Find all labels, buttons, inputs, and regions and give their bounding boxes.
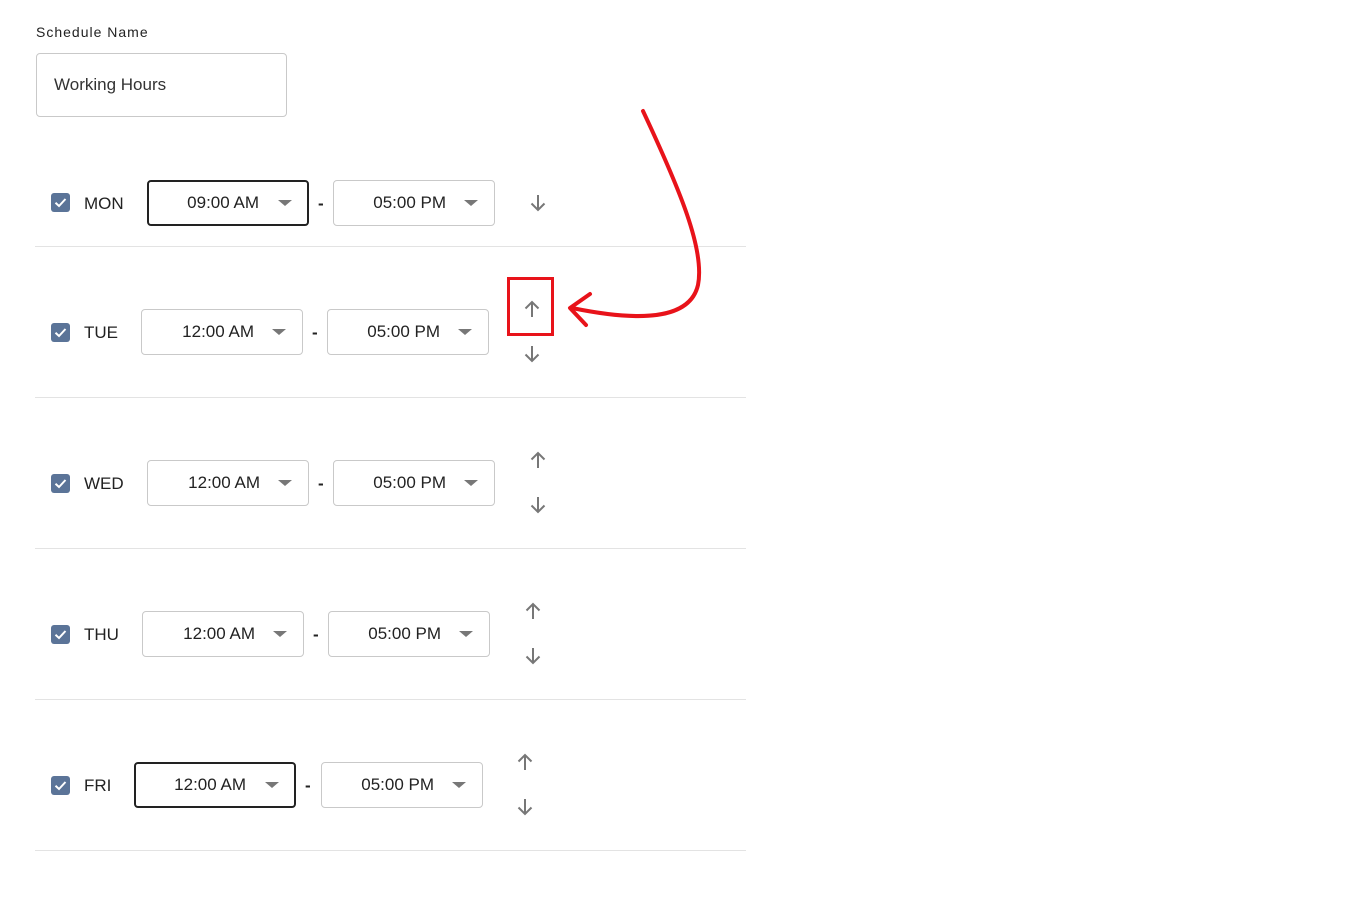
start-time-value: 12:00 AM [183,624,255,643]
time-separator: - [318,474,324,493]
day-label-wed: WED [84,474,124,493]
end-time-value: 05:00 PM [373,473,446,492]
end-time-select-fri[interactable]: 05:00 PM [321,762,483,808]
arrow-down-icon[interactable] [513,795,537,819]
day-row-fri: FRI 12:00 AM - 05:00 PM [35,700,746,851]
check-icon [54,328,67,338]
time-separator: - [313,625,319,644]
end-time-select-thu[interactable]: 05:00 PM [328,611,490,657]
annotation-highlight-box [507,277,554,336]
arrow-up-icon[interactable] [521,599,545,623]
arrow-up-icon[interactable] [526,448,550,472]
end-time-value: 05:00 PM [368,624,441,643]
day-checkbox-thu[interactable] [51,625,70,644]
start-time-select-mon[interactable]: 09:00 AM [147,180,309,226]
caret-down-icon [278,480,292,486]
caret-down-icon [458,329,472,335]
day-row-mon: MON 09:00 AM - 05:00 PM [35,150,746,247]
schedule-name-input[interactable] [36,53,287,117]
caret-down-icon [464,200,478,206]
day-checkbox-tue[interactable] [51,323,70,342]
day-row-wed: WED 12:00 AM - 05:00 PM [35,398,746,549]
end-time-select-tue[interactable]: 05:00 PM [327,309,489,355]
caret-down-icon [464,480,478,486]
day-label-mon: MON [84,194,124,213]
day-checkbox-fri[interactable] [51,776,70,795]
start-time-select-thu[interactable]: 12:00 AM [142,611,304,657]
day-row-thu: THU 12:00 AM - 05:00 PM [35,549,746,700]
start-time-select-wed[interactable]: 12:00 AM [147,460,309,506]
caret-down-icon [452,782,466,788]
end-time-select-wed[interactable]: 05:00 PM [333,460,495,506]
time-separator: - [318,194,324,213]
check-icon [54,781,67,791]
time-separator: - [312,323,318,342]
end-time-select-mon[interactable]: 05:00 PM [333,180,495,226]
caret-down-icon [278,200,292,206]
arrow-down-icon[interactable] [521,644,545,668]
time-separator: - [305,776,311,795]
check-icon [54,630,67,640]
day-label-thu: THU [84,625,119,644]
start-time-value: 12:00 AM [188,473,260,492]
start-time-select-tue[interactable]: 12:00 AM [141,309,303,355]
end-time-value: 05:00 PM [373,193,446,212]
day-label-tue: TUE [84,323,118,342]
arrow-down-icon[interactable] [526,191,550,215]
caret-down-icon [272,329,286,335]
end-time-value: 05:00 PM [367,322,440,341]
day-checkbox-mon[interactable] [51,193,70,212]
schedule-name-label: Schedule Name [36,24,149,40]
caret-down-icon [273,631,287,637]
arrow-down-icon[interactable] [526,493,550,517]
end-time-value: 05:00 PM [361,775,434,794]
start-time-value: 12:00 AM [174,774,246,794]
caret-down-icon [265,782,279,788]
day-label-fri: FRI [84,776,112,795]
start-time-value: 12:00 AM [182,322,254,341]
check-icon [54,479,67,489]
arrow-up-icon[interactable] [513,750,537,774]
day-checkbox-wed[interactable] [51,474,70,493]
start-time-select-fri[interactable]: 12:00 AM [134,762,296,808]
day-row-tue: TUE 12:00 AM - 05:00 PM [35,247,746,398]
start-time-value: 09:00 AM [187,192,259,212]
caret-down-icon [459,631,473,637]
arrow-down-icon[interactable] [520,342,544,366]
check-icon [54,198,67,208]
